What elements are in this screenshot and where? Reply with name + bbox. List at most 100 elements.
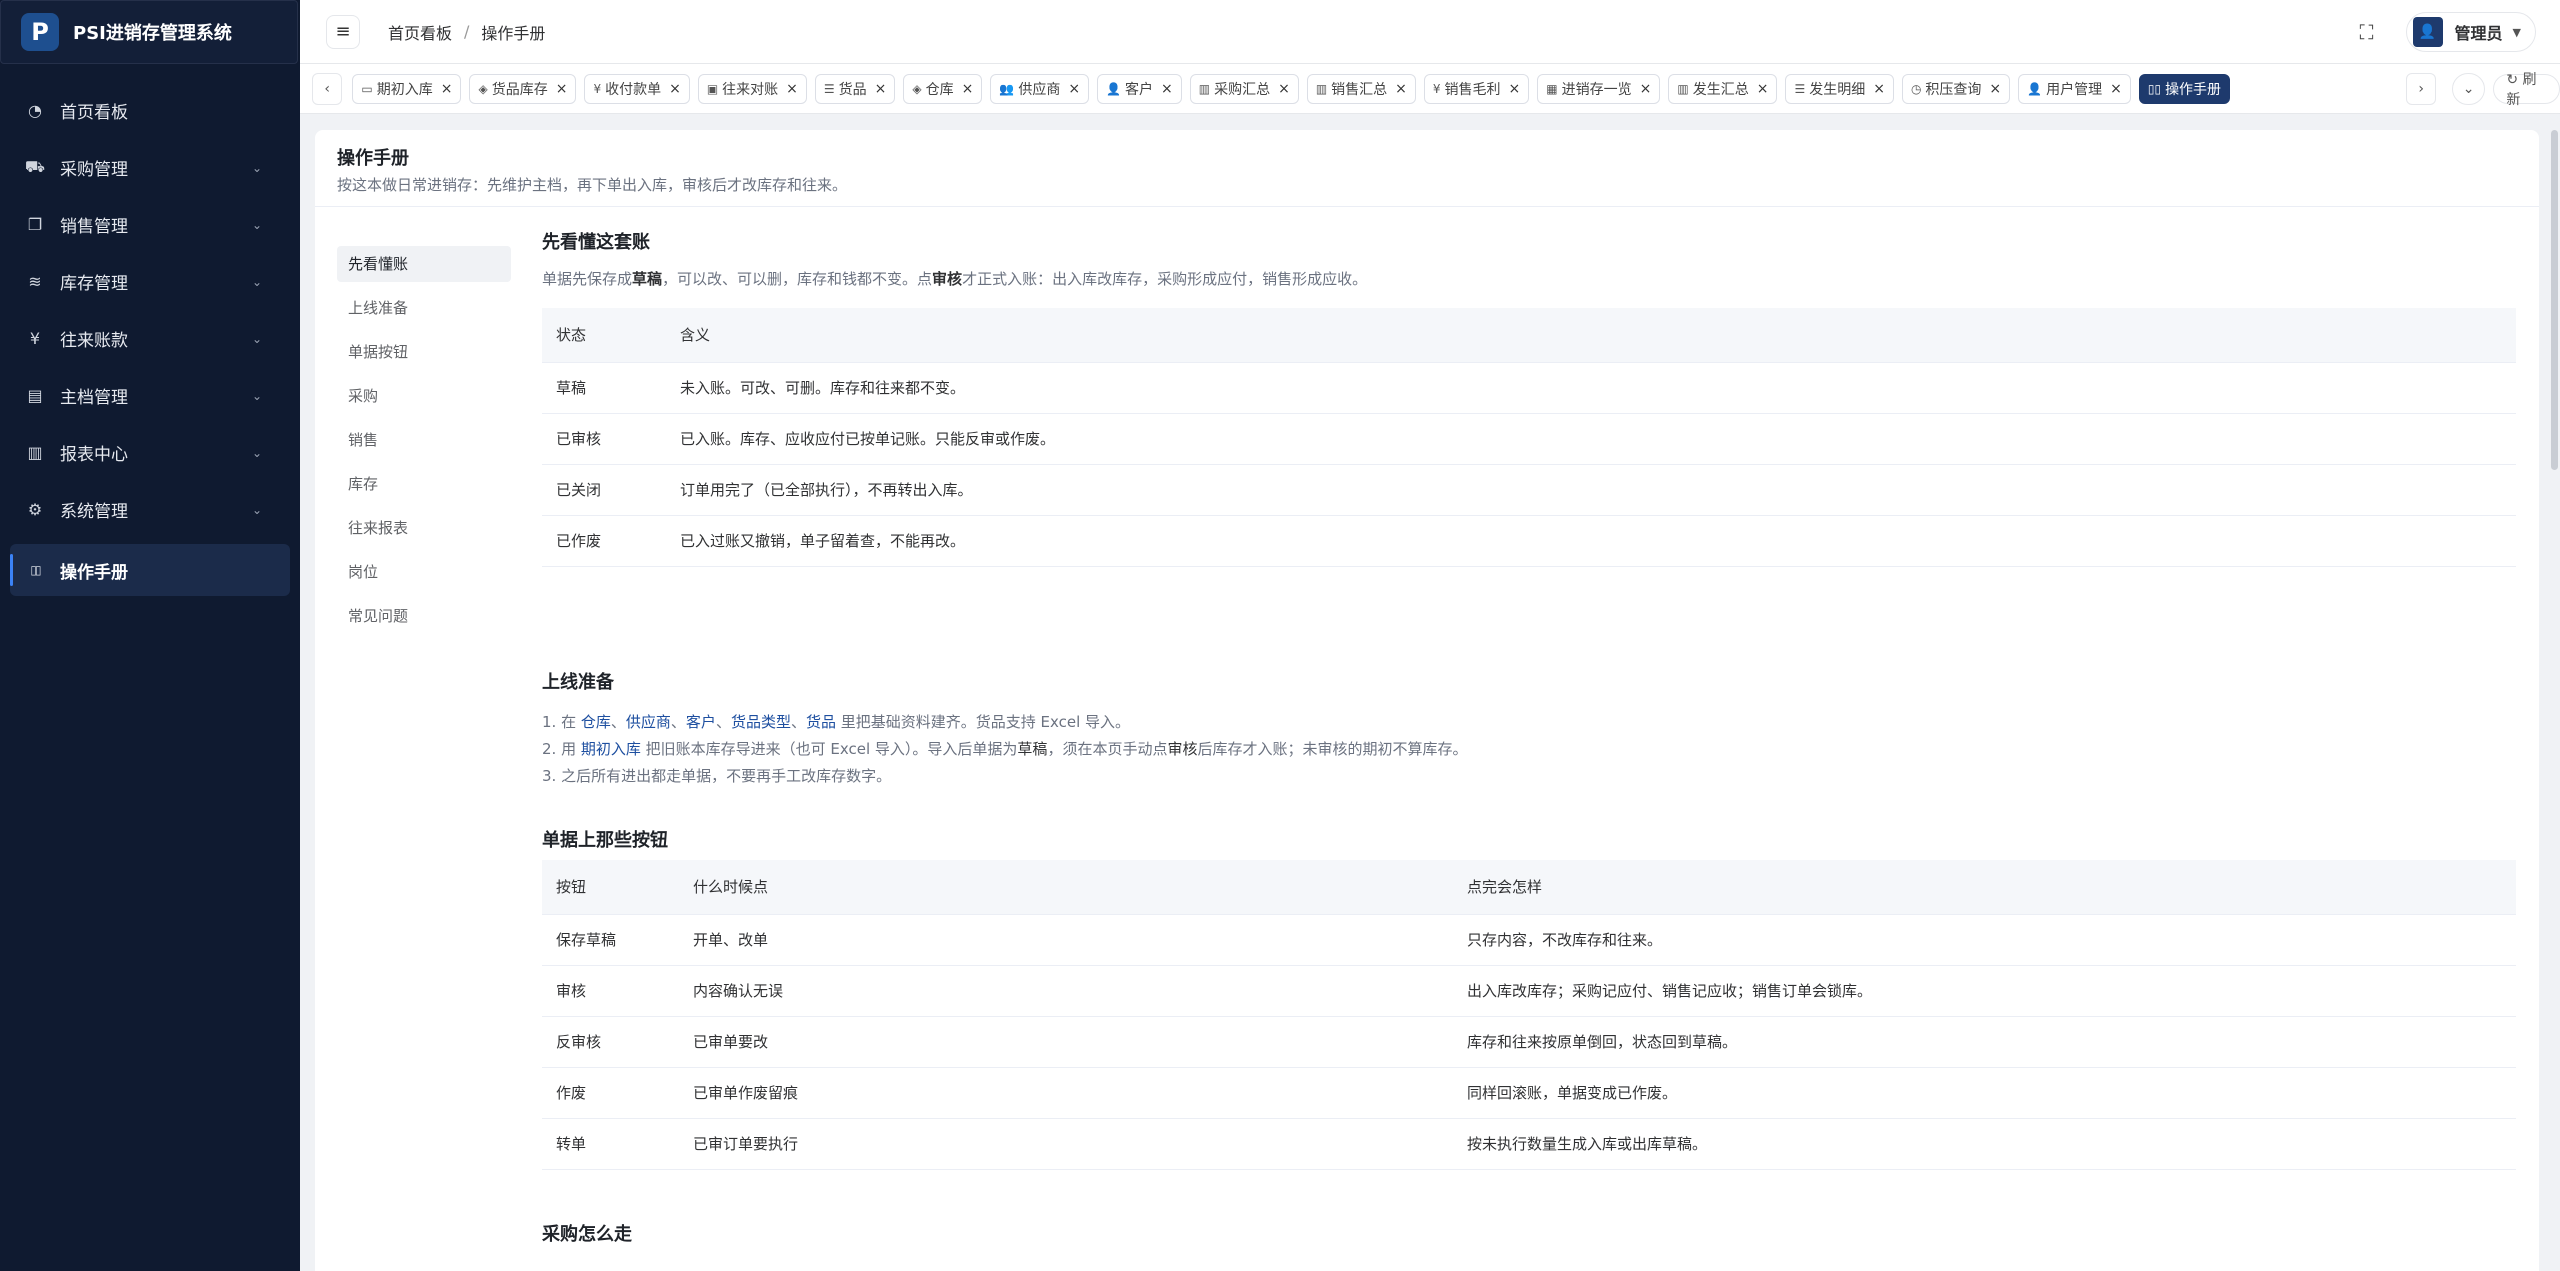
tab-label: 采购汇总 [1214, 81, 1271, 98]
tab-icon: ◈ [912, 81, 922, 96]
sidebar-item-inventory[interactable]: ≋ 库存管理 ⌄ [0, 253, 300, 310]
close-icon[interactable]: × [2110, 81, 2122, 97]
tab-item[interactable]: ▥ 销售汇总 × [1306, 73, 1416, 104]
tab-item[interactable]: ☰ 发生明细 × [1785, 73, 1894, 104]
tab-item[interactable]: ▥ 发生汇总 × [1668, 73, 1778, 104]
sidebar-item-dashboard[interactable]: ◔ 首页看板 [0, 82, 300, 139]
link-separator: 、 [670, 713, 686, 731]
toc-item[interactable]: 采购 [337, 378, 511, 422]
sidebar-item-label: 采购管理 [60, 160, 128, 180]
sidebar-item-label: 报表中心 [60, 445, 128, 465]
close-icon[interactable]: × [1395, 81, 1407, 97]
tab-label: 往来对账 [722, 81, 779, 98]
toc-item[interactable]: 库存 [337, 466, 511, 510]
tab-item-active[interactable]: ▯▯ 操作手册 [2138, 73, 2231, 104]
tab-label: 货品 [838, 81, 867, 98]
section-title-setup: 上线准备 [542, 672, 614, 693]
table-header-row: 按钮 什么时候点 点完会怎样 [542, 860, 2516, 915]
sidebar-item-manual[interactable]: ▯▯ 操作手册 [10, 544, 290, 596]
master-data-link[interactable]: 仓库 [581, 713, 611, 731]
close-icon[interactable]: × [669, 81, 681, 97]
tab-item[interactable]: ¥ 销售毛利 × [1423, 73, 1530, 104]
scrollbar-thumb[interactable] [2551, 130, 2558, 470]
close-icon[interactable]: × [556, 81, 568, 97]
table-cell: 出入库改库存；采购记应付、销售记应收；销售订单会锁库。 [1453, 965, 2516, 1017]
sidebar-item-reports[interactable]: ▥ 报表中心 ⌄ [0, 424, 300, 481]
close-icon[interactable]: × [962, 81, 974, 97]
breadcrumb-home[interactable]: 首页看板 [388, 20, 452, 44]
tab-item[interactable]: ▣ 往来对账 × [697, 73, 807, 104]
table-cell: 草稿 [542, 362, 666, 414]
toc-item[interactable]: 上线准备 [337, 290, 511, 334]
close-icon[interactable]: × [786, 81, 798, 97]
sidebar-item-purchase[interactable]: ⛟ 采购管理 ⌄ [0, 139, 300, 196]
close-icon[interactable]: × [1068, 81, 1080, 97]
tab-icon: ¥ [593, 81, 602, 96]
tab-item[interactable]: ¥ 收付款单 × [584, 73, 690, 104]
tab-item[interactable]: 👥 供应商 × [990, 73, 1090, 104]
tab-item[interactable]: ▦ 进销存一览 × [1537, 73, 1661, 104]
page-scrollbar[interactable] [2548, 130, 2560, 1271]
close-icon[interactable]: × [1278, 81, 1290, 97]
tab-item[interactable]: ◈ 仓库 × [903, 73, 983, 104]
column-header: 按钮 [542, 860, 679, 915]
sidebar-item-label: 主档管理 [60, 388, 128, 408]
close-icon[interactable]: × [1161, 81, 1173, 97]
toc-item[interactable]: 单据按钮 [337, 334, 511, 378]
master-data-link[interactable]: 客户 [686, 713, 716, 731]
layers-icon: ≋ [28, 272, 42, 291]
user-menu[interactable]: 👤 管理员 ▼ [2405, 12, 2536, 52]
chevron-down-icon: ⌄ [251, 331, 262, 346]
gear-icon: ⚙ [27, 500, 43, 519]
tab-item[interactable]: 👤 用户管理 × [2018, 73, 2131, 104]
master-data-link[interactable]: 货品类型 [731, 713, 791, 731]
yen-icon: ¥ [29, 329, 41, 348]
menu-toggle-button[interactable]: ≡ [326, 14, 360, 49]
tab-icon: ▥ [1198, 81, 1211, 96]
tab-icon: ▥ [1315, 81, 1328, 96]
close-icon[interactable]: × [1509, 81, 1521, 97]
sidebar-item-accounts[interactable]: ¥ 往来账款 ⌄ [0, 310, 300, 367]
tabs-dropdown-button[interactable]: ⌄ [2452, 72, 2486, 105]
tab-item[interactable]: ▭ 期初入库 × [352, 73, 462, 104]
sidebar-item-system[interactable]: ⚙ 系统管理 ⌄ [0, 481, 300, 538]
table-cell: 已入过账又撤销，单子留着查，不能再改。 [666, 515, 2516, 567]
close-icon[interactable]: × [441, 81, 453, 97]
master-data-link[interactable]: 货品 [806, 713, 836, 731]
manual-card: 操作手册 按这本做日常进销存：先维护主档，再下单出入库，审核后才改库存和往来。 … [315, 130, 2539, 1271]
toc-item[interactable]: 先看懂账 [337, 246, 511, 282]
master-data-link[interactable]: 供应商 [626, 713, 671, 731]
app-logo[interactable]: P PSI进销存管理系统 [0, 0, 298, 64]
toc-item[interactable]: 岗位 [337, 554, 511, 598]
tab-label: 销售汇总 [1331, 81, 1388, 98]
close-icon[interactable]: × [1757, 81, 1769, 97]
close-icon[interactable]: × [1989, 81, 2001, 97]
fullscreen-icon[interactable]: ⛶ [2360, 20, 2374, 44]
close-icon[interactable]: × [1873, 81, 1885, 97]
close-icon[interactable]: × [875, 81, 887, 97]
step-text: 后库存才入账；未审核的期初不算库存。 [1197, 740, 1468, 758]
tab-item[interactable]: ▥ 采购汇总 × [1189, 73, 1299, 104]
refresh-button[interactable]: ↻ 刷新 [2493, 72, 2560, 108]
tab-icon: 👥 [999, 81, 1015, 96]
tab-item[interactable]: ◷ 积压查询 × [1901, 73, 2011, 104]
link-opening-stock[interactable]: 期初入库 [581, 740, 641, 758]
tabs-scroll-left-button[interactable]: ‹ [312, 72, 343, 105]
table-cell: 同样回滚账，单据变成已作废。 [1453, 1067, 2516, 1119]
toc-item[interactable]: 销售 [337, 422, 511, 466]
tab-item[interactable]: 👤 客户 × [1097, 73, 1182, 104]
tabs-scroll-right-button[interactable]: › [2406, 72, 2437, 105]
copy-icon: ❐ [27, 215, 43, 234]
toc-item[interactable]: 往来报表 [337, 510, 511, 554]
sidebar-item-sales[interactable]: ❐ 销售管理 ⌄ [0, 196, 300, 253]
table-header-row: 状态 含义 [542, 308, 2516, 363]
sidebar-item-master-data[interactable]: ▤ 主档管理 ⌄ [0, 367, 300, 424]
tab-icon: ▦ [1546, 81, 1558, 96]
page-subtitle: 按这本做日常进销存：先维护主档，再下单出入库，审核后才改库存和往来。 [337, 176, 848, 194]
list-item: 3. 之后所有进出都走单据，不要再手工改库存数字。 [542, 767, 892, 785]
table-cell: 已审单作废留痕 [679, 1067, 1453, 1119]
tab-item[interactable]: ◈ 货品库存 × [469, 73, 577, 104]
close-icon[interactable]: × [1640, 81, 1652, 97]
toc-item[interactable]: 常见问题 [337, 598, 511, 642]
tab-item[interactable]: ☰ 货品 × [814, 73, 896, 104]
